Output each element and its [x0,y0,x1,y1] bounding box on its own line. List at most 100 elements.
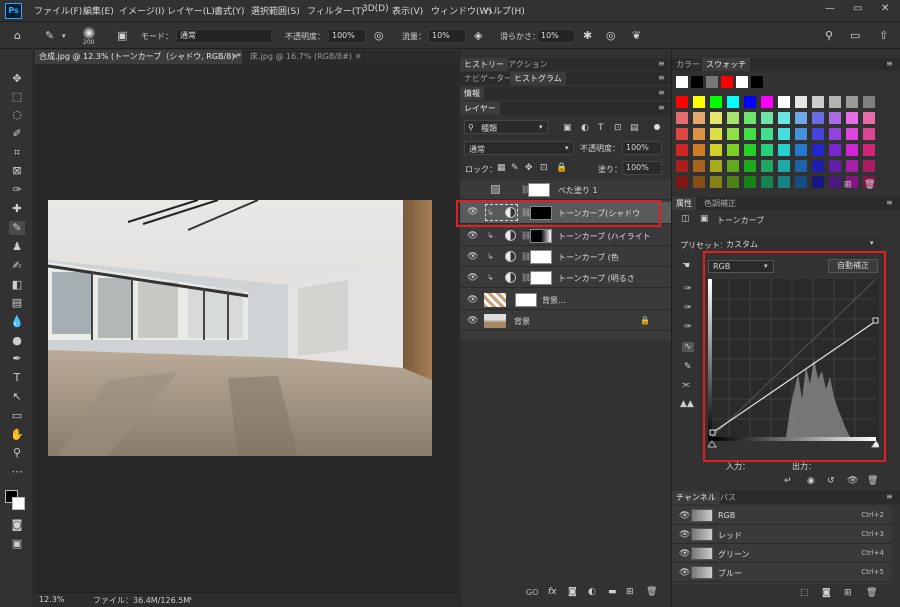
fill-input[interactable]: 100% [622,161,662,175]
close-icon[interactable]: ✕ [881,3,889,14]
swatch[interactable] [761,128,773,140]
hand-tool-icon[interactable]: ✋ [9,428,25,442]
tab-navigator[interactable]: ナビゲーター [460,72,516,85]
swatch[interactable] [676,144,688,156]
eye-icon[interactable]: 👁 [679,568,690,578]
swatch[interactable] [710,144,722,156]
document-image[interactable] [48,200,432,456]
swatch[interactable] [795,176,807,188]
swatch[interactable] [693,176,705,188]
menu-select[interactable]: 選択範囲(S) [251,4,300,17]
channel-row[interactable]: 👁 レッド Ctrl+3 [672,525,892,544]
lock-position-icon[interactable]: ✥ [525,163,533,173]
eye-icon[interactable]: 👁 [679,549,690,559]
healing-brush-tool-icon[interactable]: ✚ [9,202,25,216]
swatch[interactable] [693,160,705,172]
close-icon[interactable]: ✕ [232,52,239,61]
swatch[interactable] [812,96,824,108]
zoom-level[interactable]: 12.3% [39,595,64,604]
quick-mask-icon[interactable]: ◙ [9,518,25,532]
mask-icon[interactable]: ▣ [700,214,709,224]
new-group-icon[interactable]: ▬ [608,587,617,597]
swatch[interactable] [812,112,824,124]
panel-menu-icon[interactable]: ≡ [658,88,665,97]
layer-filter-select[interactable]: ⚲ 種類 ▾ [464,120,548,134]
move-tool-icon[interactable]: ✥ [9,72,25,86]
swatch[interactable] [761,160,773,172]
shape-tool-icon[interactable]: ▭ [9,409,25,423]
layer-thumbnail[interactable] [484,293,506,307]
pressure-opacity-icon[interactable]: ◎ [374,29,384,42]
more-tools-icon[interactable]: ⋯ [9,465,25,479]
tab-adjustments[interactable]: 色調補正 [700,197,740,210]
tab-info[interactable]: 情報 [460,87,484,100]
filter-adjust-icon[interactable]: ◐ [581,123,589,133]
eyedropper-tool-icon[interactable]: ✑ [9,183,25,197]
filter-shape-icon[interactable]: ⊡ [614,123,622,133]
swatch[interactable] [761,112,773,124]
menu-type[interactable]: 書式(Y) [214,4,245,17]
swatch[interactable] [829,176,841,188]
swatch[interactable] [778,160,790,172]
quick-select-tool-icon[interactable]: ✐ [9,127,25,141]
gradient-tool-icon[interactable]: ▤ [9,296,25,310]
swatch[interactable] [676,96,688,108]
trash-icon[interactable]: 🗑 [867,476,878,486]
swatch[interactable] [744,176,756,188]
swatch[interactable] [693,144,705,156]
swatch[interactable] [676,176,688,188]
eyedropper-gray-icon[interactable]: ✑ [684,303,692,313]
swatch[interactable] [812,160,824,172]
search-icon[interactable]: ⚲ [825,29,833,42]
new-swatch-icon[interactable]: ⊞ [844,180,852,190]
load-selection-icon[interactable]: ⬚ [800,588,809,598]
swatch[interactable] [778,144,790,156]
swatch[interactable] [812,176,824,188]
marquee-tool-icon[interactable]: ⬚ [9,90,25,104]
lock-transparent-icon[interactable]: ▦ [497,163,506,173]
swatch[interactable] [761,96,773,108]
swatch[interactable] [778,176,790,188]
layer-row[interactable]: 👁 ↳ ⛓ トーンカーブ (ハイライト [460,226,671,246]
swatch[interactable] [829,160,841,172]
swatch[interactable] [727,128,739,140]
workspace-icon[interactable]: ▭ [850,29,860,42]
swatch[interactable] [710,96,722,108]
panel-menu-icon[interactable]: ≡ [886,492,893,501]
channel-row[interactable]: 👁 ブルー Ctrl+5 [672,563,892,582]
path-select-tool-icon[interactable]: ↖ [9,390,25,404]
screen-mode-icon[interactable]: ▣ [9,537,25,551]
swatch[interactable] [795,128,807,140]
swatch[interactable] [744,144,756,156]
trash-icon[interactable]: 🗑 [646,587,657,597]
airbrush-icon[interactable]: ◈ [474,29,482,42]
swatch[interactable] [751,76,763,88]
pressure-size-icon[interactable]: ◎ [606,29,616,42]
reset-icon[interactable]: ↺ [827,476,835,486]
swatch[interactable] [812,128,824,140]
layer-opacity-input[interactable]: 100% [622,141,662,155]
menu-edit[interactable]: 編集(E) [83,4,114,17]
swatch[interactable] [829,112,841,124]
eye-icon[interactable]: 👁 [467,231,478,241]
menu-view[interactable]: 表示(V) [392,4,423,17]
swatch[interactable] [727,112,739,124]
lock-artboard-icon[interactable]: ⊡ [540,163,548,173]
layer-row[interactable]: 👁 背景 🔒 [460,311,671,331]
background-color-swatch[interactable] [12,497,25,510]
swatch[interactable] [706,76,718,88]
swatch[interactable] [693,128,705,140]
swatch[interactable] [863,144,875,156]
swatch[interactable] [829,96,841,108]
smooth-curve-icon[interactable]: ⫘ [682,380,690,390]
close-icon[interactable]: ✕ [355,52,362,61]
channel-row[interactable]: 👁 RGB Ctrl+2 [672,506,892,525]
swatch[interactable] [710,112,722,124]
swatch[interactable] [727,144,739,156]
swatch[interactable] [693,112,705,124]
dodge-tool-icon[interactable]: ● [9,334,25,348]
menu-window[interactable]: ウィンドウ(W) [431,4,492,17]
swatch[interactable] [863,112,875,124]
swatch[interactable] [846,160,858,172]
panel-menu-icon[interactable]: ≡ [658,103,665,112]
